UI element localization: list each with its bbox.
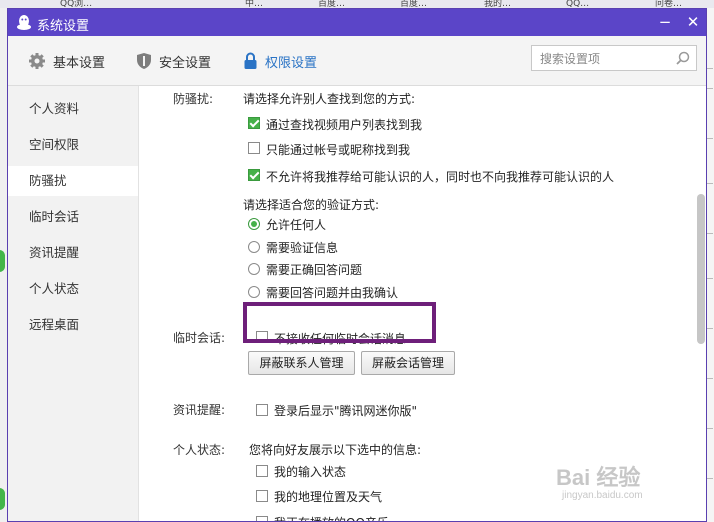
option-label: 不允许将我推荐给可能认识的人，同时也不向我推荐可能认识的人	[266, 170, 615, 184]
sidebar-item-status[interactable]: 个人状态	[8, 274, 138, 304]
section-label-news: 资讯提醒:	[173, 403, 226, 417]
browser-tab[interactable]: QQ浏…	[60, 0, 92, 8]
option-label: 需要验证信息	[266, 241, 339, 255]
browser-tab[interactable]: 我的…	[484, 0, 511, 8]
sidebar-item-remote-desktop[interactable]: 远程桌面	[8, 310, 138, 340]
gear-icon	[29, 53, 45, 69]
verify-method-prompt: 请选择适合您的验证方式:	[243, 198, 380, 212]
background-window-edge	[706, 8, 714, 522]
tab-permission-settings[interactable]: 权限设置	[243, 50, 317, 72]
browser-tab[interactable]: 百度…	[400, 0, 427, 8]
highlight-box	[243, 302, 436, 343]
watermark-sub: jingyan.baidu.com	[562, 490, 643, 501]
settings-sidebar: 个人资料 空间权限 防骚扰 临时会话 资讯提醒 个人状态 远程桌面	[8, 86, 139, 521]
option-label: 只能通过帐号或昵称找到我	[266, 143, 411, 157]
block-sessions-button[interactable]: 屏蔽会话管理	[361, 351, 455, 375]
section-label-temp-session: 临时会话:	[173, 331, 226, 345]
checkbox-find-via-video-list[interactable]	[248, 117, 260, 129]
browser-tab[interactable]: 问卷…	[655, 0, 682, 8]
option-label: 需要正确回答问题	[266, 263, 363, 277]
qq-penguin-icon	[17, 15, 31, 30]
section-label-anti-harass: 防骚扰:	[173, 92, 214, 106]
green-badge-icon	[0, 488, 5, 510]
section-label-status: 个人状态:	[173, 443, 226, 457]
sidebar-item-space-permission[interactable]: 空间权限	[8, 130, 138, 160]
browser-tab[interactable]: QQ…	[566, 0, 589, 8]
radio-require-answer-and-confirm[interactable]	[248, 286, 260, 298]
radio-allow-anyone[interactable]	[248, 218, 260, 230]
checkbox-typing-status[interactable]	[256, 465, 268, 477]
window-title: 系统设置	[37, 19, 90, 34]
tab-label: 权限设置	[265, 55, 318, 71]
block-contacts-button[interactable]: 屏蔽联系人管理	[248, 351, 355, 375]
title-bar[interactable]: 系统设置 − ✕	[8, 9, 706, 36]
green-badge-icon	[0, 250, 5, 272]
baidu-jingyan-watermark: Bai 经验 jingyan.baidu.com	[556, 456, 706, 506]
checkbox-qq-music[interactable]	[256, 516, 268, 521]
search-icon[interactable]	[676, 51, 690, 65]
tab-label: 基本设置	[53, 55, 106, 71]
tab-label: 安全设置	[159, 55, 212, 71]
option-label: 我的地理位置及天气	[274, 490, 383, 504]
radio-require-verification[interactable]	[248, 241, 260, 253]
minimize-button[interactable]: −	[655, 12, 675, 32]
option-label: 允许任何人	[266, 218, 327, 232]
status-prompt: 您将向好友展示以下选中的信息:	[249, 443, 422, 457]
search-input[interactable]	[538, 47, 677, 71]
sidebar-item-profile[interactable]: 个人资料	[8, 94, 138, 124]
option-label: 登录后显示"腾讯网迷你版"	[274, 404, 418, 418]
option-label: 我的输入状态	[274, 465, 347, 479]
shield-icon	[137, 53, 151, 69]
find-method-prompt: 请选择允许别人查找到您的方式:	[243, 92, 416, 106]
checkbox-no-recommend[interactable]	[248, 169, 260, 181]
close-button[interactable]: ✕	[683, 12, 703, 32]
settings-window: 系统设置 − ✕ 基本设置 安全设置 权限设置 搜索设置项 个人资料 空间权限 …	[7, 8, 707, 522]
sidebar-item-anti-harass[interactable]: 防骚扰	[8, 166, 138, 196]
tab-security-settings[interactable]: 安全设置	[136, 50, 211, 72]
checkbox-find-by-account-only[interactable]	[248, 142, 260, 154]
option-label: 我正在播放的QQ音乐	[274, 514, 389, 521]
watermark-main: Bai 经验	[556, 465, 641, 490]
lock-icon	[244, 52, 257, 69]
sidebar-item-news[interactable]: 资讯提醒	[8, 238, 138, 268]
settings-toolbar: 基本设置 安全设置 权限设置	[8, 36, 706, 86]
option-label: 通过查找视频用户列表找到我	[266, 118, 423, 132]
scroll-thumb[interactable]	[697, 194, 705, 344]
checkbox-location-weather[interactable]	[256, 490, 268, 502]
tab-basic-settings[interactable]: 基本设置	[28, 50, 105, 72]
option-label: 需要回答问题并由我确认	[266, 286, 399, 300]
browser-tab[interactable]: 百度…	[318, 0, 345, 8]
sidebar-item-temp-session[interactable]: 临时会话	[8, 202, 138, 232]
radio-require-correct-answer[interactable]	[248, 263, 260, 275]
checkbox-show-tencent-mini[interactable]	[256, 404, 268, 416]
search-box	[531, 45, 697, 71]
background-window-edge	[0, 8, 7, 522]
browser-tab[interactable]: 中…	[245, 0, 263, 8]
